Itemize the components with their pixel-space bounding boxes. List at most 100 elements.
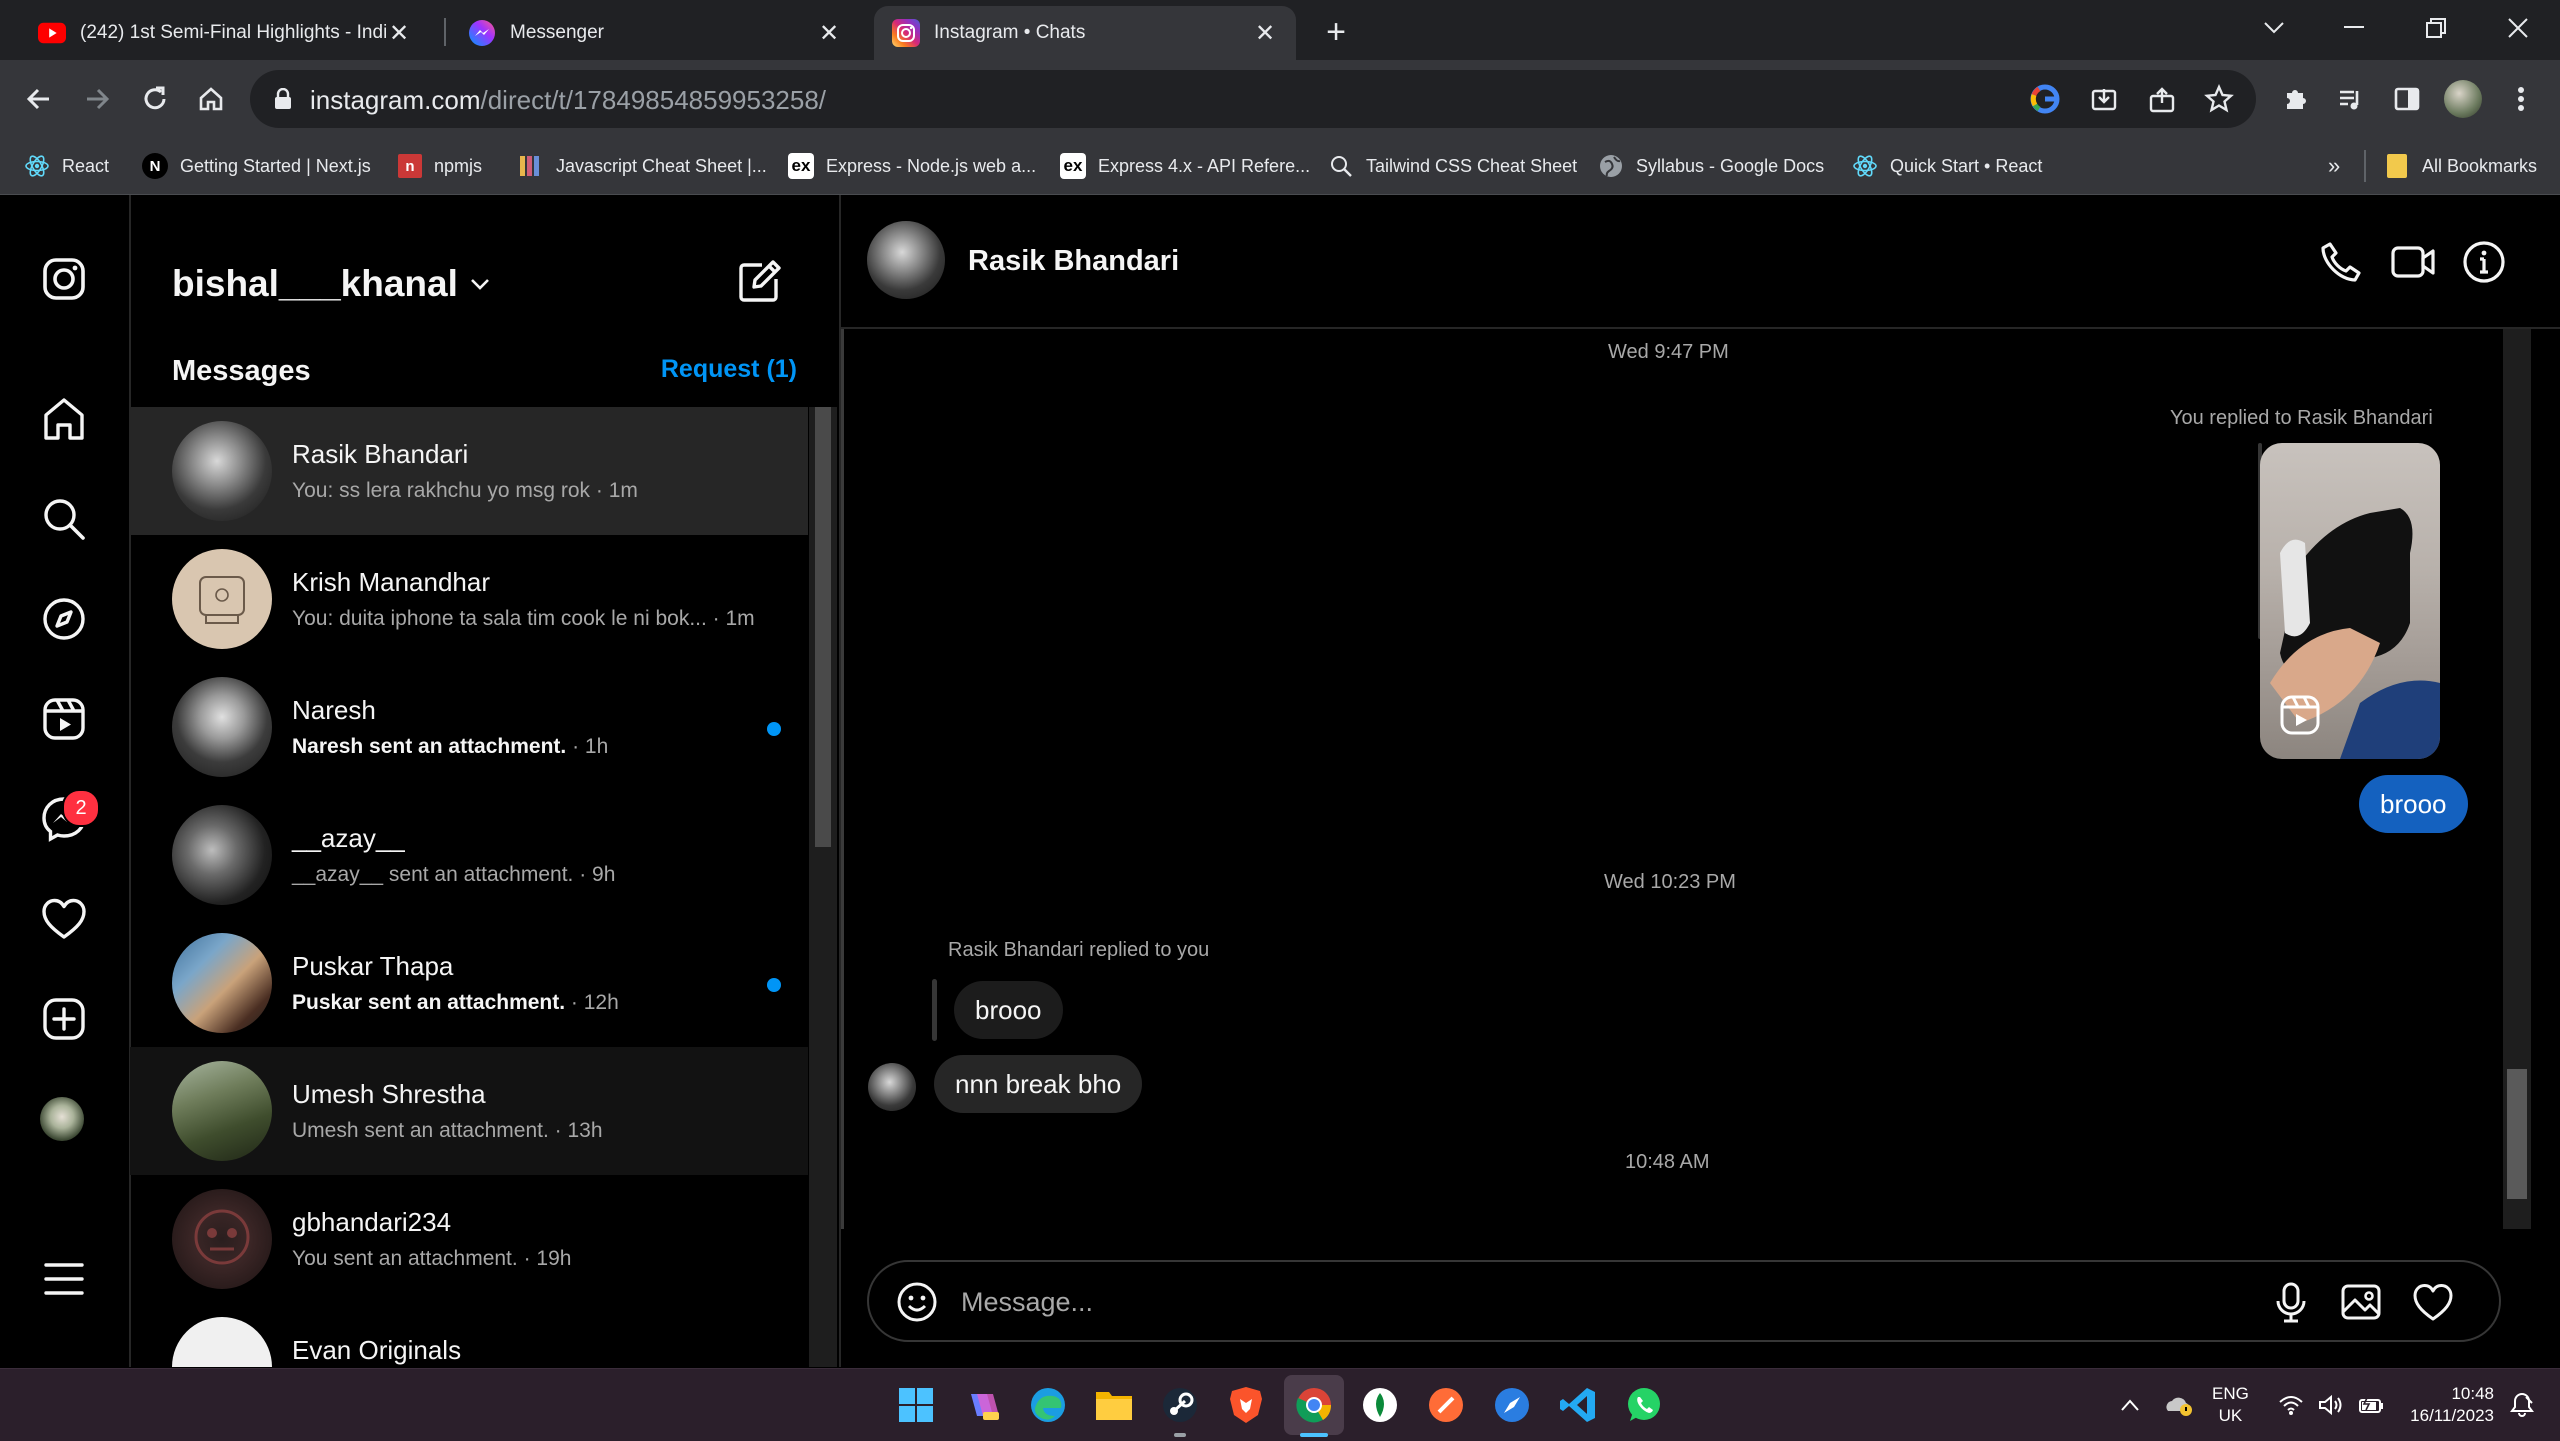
globe-icon <box>1598 153 1624 179</box>
create-icon[interactable] <box>40 995 88 1043</box>
home-button[interactable] <box>188 76 234 122</box>
edge-icon[interactable] <box>1026 1383 1070 1427</box>
close-tab-icon[interactable]: ✕ <box>816 20 842 47</box>
extensions-button[interactable] <box>2272 76 2318 122</box>
close-tab-icon[interactable]: ✕ <box>1252 20 1278 47</box>
tab-instagram-chats[interactable]: Instagram • Chats ✕ <box>874 6 1296 60</box>
onedrive-warning-icon[interactable] <box>2164 1369 2194 1441</box>
conversation-item[interactable]: Evan Originals <box>130 1303 808 1367</box>
chat-contact-name[interactable]: Rasik Bhandari <box>968 245 1179 278</box>
bookmark-tailwind-cheatsheet[interactable]: Tailwind CSS Cheat Sheet <box>1328 152 1577 180</box>
bookmark-label: Express - Node.js web a... <box>826 155 1037 176</box>
bookmark-express-api[interactable]: ex Express 4.x - API Refere... <box>1060 152 1310 180</box>
conversation-item[interactable]: Krish Manandhar You: duita iphone ta sal… <box>130 535 808 663</box>
emoji-icon[interactable] <box>895 1280 939 1324</box>
back-button[interactable] <box>16 76 62 122</box>
clock[interactable]: 10:48 16/11/2023 <box>2400 1369 2494 1441</box>
all-bookmarks-button[interactable]: All Bookmarks <box>2384 152 2537 180</box>
back-arrow-icon <box>26 88 49 110</box>
heart-icon[interactable] <box>40 895 88 943</box>
microphone-icon[interactable] <box>2269 1280 2313 1324</box>
conversation-item[interactable]: Rasik Bhandari You: ss lera rakhchu yo m… <box>130 407 808 535</box>
conversation-list-scrollbar[interactable] <box>809 407 837 1367</box>
whatsapp-icon[interactable] <box>1622 1383 1666 1427</box>
gallery-icon[interactable] <box>2339 1280 2383 1324</box>
conversation-item[interactable]: Umesh Shrestha Umesh sent an attachment.… <box>130 1047 808 1175</box>
outgoing-message[interactable]: brooo <box>2359 775 2468 833</box>
menu-icon[interactable] <box>40 1255 88 1303</box>
conversation-item[interactable]: gbhandari234 You sent an attachment. · 1… <box>130 1175 808 1303</box>
bookmark-javascript-cheatsheet[interactable]: Javascript Cheat Sheet |... <box>518 152 767 180</box>
conversation-item[interactable]: Puskar Thapa Puskar sent an attachment. … <box>130 919 808 1047</box>
avatar[interactable] <box>868 1063 916 1111</box>
minimize-button[interactable] <box>2314 0 2394 56</box>
brave-icon[interactable] <box>1224 1383 1268 1427</box>
tab-search-icon[interactable] <box>2234 0 2314 56</box>
bookmark-npmjs[interactable]: n npmjs <box>398 152 482 180</box>
quick-settings-button[interactable] <box>2278 1369 2386 1441</box>
postman-icon[interactable] <box>1424 1383 1468 1427</box>
notification-center-button[interactable] <box>2508 1369 2536 1441</box>
account-switcher[interactable]: bishal___khanal <box>172 263 490 305</box>
audio-call-icon[interactable] <box>2318 239 2364 285</box>
avatar[interactable] <box>867 221 945 299</box>
tab-messenger[interactable]: Messenger ✕ <box>450 6 860 60</box>
quoted-message[interactable]: brooo <box>954 981 1063 1039</box>
scrollbar-thumb[interactable] <box>2507 1069 2527 1199</box>
address-bar[interactable]: instagram.com/direct/t/17849854859953258… <box>250 70 2256 128</box>
conversation-item[interactable]: Naresh Naresh sent an attachment. · 1h <box>130 663 808 791</box>
media-control-button[interactable] <box>2328 76 2374 122</box>
close-window-button[interactable] <box>2478 0 2558 56</box>
bookmark-quick-start-react[interactable]: Quick Start • React <box>1852 152 2042 180</box>
like-heart-icon[interactable] <box>2411 1280 2455 1324</box>
browser-menu-button[interactable] <box>2498 76 2544 122</box>
profile-avatar[interactable] <box>40 1097 88 1145</box>
chrome-icon[interactable] <box>1292 1383 1336 1427</box>
side-panel-icon <box>2394 87 2420 111</box>
safari-like-icon[interactable] <box>1490 1383 1534 1427</box>
bookmark-nextjs[interactable]: N Getting Started | Next.js <box>142 152 371 180</box>
reload-icon <box>144 86 166 110</box>
restore-button[interactable] <box>2396 0 2476 56</box>
forward-button[interactable] <box>74 76 120 122</box>
vscode-icon[interactable] <box>1556 1383 1600 1427</box>
instagram-logo-icon[interactable] <box>40 255 88 303</box>
active-indicator <box>1300 1433 1328 1437</box>
copilot-icon[interactable] <box>960 1383 1004 1427</box>
tab-title: Instagram • Chats <box>934 22 1086 43</box>
tab-title: Messenger <box>510 22 604 43</box>
video-call-icon[interactable] <box>2390 239 2436 285</box>
steam-icon[interactable] <box>1158 1383 1202 1427</box>
conversation-info-icon[interactable] <box>2461 239 2507 285</box>
show-hidden-icons-button[interactable] <box>2120 1369 2140 1441</box>
inkscape-icon[interactable] <box>1358 1383 1402 1427</box>
reels-icon[interactable] <box>40 695 88 743</box>
message-requests-link[interactable]: Request (1) <box>661 355 797 384</box>
bookmarks-overflow-button[interactable]: » <box>2328 152 2340 180</box>
home-icon[interactable] <box>40 395 88 443</box>
message-input[interactable] <box>959 1276 2243 1328</box>
keyboard-layout: UK <box>2218 1406 2243 1425</box>
shared-reel-preview[interactable] <box>2260 443 2440 759</box>
bookmark-react[interactable]: React <box>24 152 109 180</box>
thread-scrollbar[interactable] <box>2503 329 2531 1229</box>
new-message-button[interactable] <box>736 257 784 305</box>
new-tab-button[interactable]: + <box>1316 12 1356 52</box>
reload-button[interactable] <box>132 76 178 122</box>
file-explorer-icon[interactable] <box>1092 1383 1136 1427</box>
profile-button[interactable] <box>2440 76 2486 122</box>
thread-timestamp: Wed 9:47 PM <box>1608 341 1729 363</box>
bookmark-syllabus[interactable]: Syllabus - Google Docs <box>1598 152 1824 180</box>
conversation-item[interactable]: __azay__ __azay__ sent an attachment. · … <box>130 791 808 919</box>
explore-icon[interactable] <box>40 595 88 643</box>
incoming-message[interactable]: nnn break bho <box>934 1055 1143 1113</box>
bookmark-express-node[interactable]: ex Express - Node.js web a... <box>788 152 1036 180</box>
close-tab-icon[interactable]: ✕ <box>386 20 412 47</box>
input-language-indicator[interactable]: ENG UK <box>2212 1369 2249 1441</box>
conversation-name: Puskar Thapa <box>292 951 454 981</box>
windows-start-icon[interactable] <box>894 1383 938 1427</box>
search-icon[interactable] <box>40 495 88 543</box>
side-panel-button[interactable] <box>2384 76 2430 122</box>
tab-youtube[interactable]: (242) 1st Semi-Final Highlights - India … <box>20 6 430 60</box>
scrollbar-thumb[interactable] <box>815 407 831 847</box>
